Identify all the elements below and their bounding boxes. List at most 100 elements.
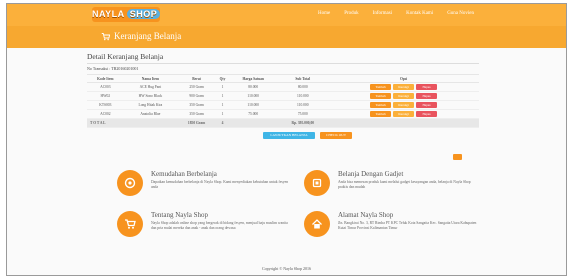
- cell-qty: 1: [216, 100, 230, 110]
- cell-opsi: Tambah Kurangi Hapus: [328, 91, 479, 101]
- cell-subtotal: 110.000: [277, 91, 329, 101]
- feature-desc: Nayla Shop adalah online shop yang berge…: [151, 221, 288, 230]
- continue-shopping-button[interactable]: LANJUTKAN BELANJA: [263, 132, 315, 139]
- phone-icon: [312, 178, 322, 188]
- nav-item-user[interactable]: Guna Novien: [447, 11, 474, 16]
- cell-qty: 1: [216, 91, 230, 101]
- cart-actions: LANJUTKAN BELANJA CHECK OUT: [263, 132, 352, 139]
- cart-table: Kode Item Nama Item Berat Qty Harga Satu…: [87, 74, 479, 128]
- total-spacer: [229, 118, 278, 128]
- cell-kode: AC002: [87, 109, 124, 119]
- feature-alamat: Alamat Nayla Shop Jln. Bangkirai No. 3, …: [304, 211, 479, 237]
- cell-nama: Long Hitak Kira: [123, 100, 178, 110]
- feature-desc: Dapatkan kemudahan berbelanja di Nayla S…: [151, 180, 289, 189]
- feature-icon-circle: [117, 211, 143, 237]
- cell-nama: HW Sono Black: [123, 91, 178, 101]
- browser-viewport: NAYLA SHOP Home Produk Informasi Kontak K…: [6, 3, 567, 276]
- site-logo[interactable]: NAYLA SHOP: [92, 7, 161, 22]
- nav-item-home[interactable]: Home: [318, 11, 330, 16]
- cell-nama: Anatolia Blue: [123, 109, 178, 119]
- total-opsi-spacer: [328, 118, 479, 128]
- top-navbar: NAYLA SHOP Home Produk Informasi Kontak K…: [7, 4, 566, 26]
- hapus-button[interactable]: Hapus: [416, 84, 438, 90]
- logo-text-shop: SHOP: [126, 9, 161, 19]
- feature-title: Belanja Dengan Gadjet: [338, 170, 404, 178]
- cell-harga: 80.000: [229, 82, 278, 92]
- total-weight: 1850 Gram: [177, 118, 217, 128]
- col-subtotal: Sub Total: [277, 74, 329, 83]
- table-row: AC003 ACE Hug Pant 250 Gram 1 80.000 80.…: [87, 82, 479, 92]
- tambah-button[interactable]: Tambah: [370, 84, 392, 90]
- logo-text-nayla: NAYLA: [92, 9, 125, 19]
- tambah-button[interactable]: Tambah: [370, 93, 392, 99]
- target-icon: [124, 177, 136, 189]
- cart-icon: [101, 32, 110, 40]
- cell-subtotal: 110.000: [277, 100, 329, 110]
- table-header-row: Kode Item Nama Item Berat Qty Harga Satu…: [87, 74, 479, 83]
- transaction-number: No Transaksi : TR20160201001: [87, 66, 139, 71]
- feature-tentang: Tentang Nayla Shop Nayla Shop adalah onl…: [117, 211, 292, 237]
- feature-desc: Jln. Bangkirai No. 3, RT Rimba PT KPC Te…: [338, 221, 477, 230]
- checkout-button[interactable]: CHECK OUT: [320, 132, 352, 139]
- col-kode: Kode Item: [87, 74, 124, 83]
- total-label: T O T A L: [87, 118, 178, 128]
- cell-berat: 350 Gram: [177, 109, 217, 119]
- cell-harga: 110.000: [229, 91, 278, 101]
- cell-subtotal: 75.000: [277, 109, 329, 119]
- cart-icon: [125, 219, 136, 229]
- hapus-button[interactable]: Hapus: [416, 111, 438, 117]
- cell-kode: HW02: [87, 91, 124, 101]
- table-row: KTS003 Long Hitak Kira 350 Gram 1 110.00…: [87, 100, 479, 110]
- kurangi-button[interactable]: Kurangi: [393, 111, 415, 117]
- hapus-button[interactable]: Hapus: [416, 102, 438, 108]
- nav-menu: Home Produk Informasi Kontak Kami Guna N…: [318, 11, 474, 16]
- table-row: AC002 Anatolia Blue 350 Gram 1 75.000 75…: [87, 109, 479, 119]
- cell-berat: 250 Gram: [177, 82, 217, 92]
- col-berat: Berat: [177, 74, 217, 83]
- feature-title: Alamat Nayla Shop: [338, 211, 394, 219]
- cell-opsi: Tambah Kurangi Hapus: [328, 100, 479, 110]
- cell-opsi: Tambah Kurangi Hapus: [328, 109, 479, 119]
- scroll-top-button[interactable]: [453, 154, 462, 160]
- tambah-button[interactable]: Tambah: [370, 111, 392, 117]
- feature-desc: Anda bisa memesan produk kami melalui ga…: [338, 180, 471, 189]
- feature-icon-circle: [304, 170, 330, 196]
- cart-section: Detail Keranjang Belanja No Transaksi : …: [87, 52, 479, 128]
- total-amount: Rp. 395.000,00: [277, 118, 329, 128]
- feature-title: Kemudahan Berbelanja: [151, 170, 217, 178]
- page-banner: Keranjang Belanja: [7, 26, 566, 48]
- feature-gadget: Belanja Dengan Gadjet Anda bisa memesan …: [304, 170, 479, 196]
- feature-kemudahan: Kemudahan Berbelanja Dapatkan kemudahan …: [117, 170, 292, 196]
- cell-harga: 110.000: [229, 100, 278, 110]
- nav-item-produk[interactable]: Produk: [344, 11, 358, 16]
- banner-title: Keranjang Belanja: [101, 31, 181, 41]
- tambah-button[interactable]: Tambah: [370, 102, 392, 108]
- feature-icon-circle: [117, 170, 143, 196]
- cell-berat: 350 Gram: [177, 100, 217, 110]
- cell-berat: 900 Gram: [177, 91, 217, 101]
- cell-opsi: Tambah Kurangi Hapus: [328, 82, 479, 92]
- nav-item-informasi[interactable]: Informasi: [373, 11, 392, 16]
- nav-item-kontak[interactable]: Kontak Kami: [406, 11, 433, 16]
- col-qty: Qty: [216, 74, 230, 83]
- col-harga: Harga Satuan: [229, 74, 278, 83]
- home-icon: [312, 219, 322, 229]
- kurangi-button[interactable]: Kurangi: [393, 93, 415, 99]
- banner-title-text: Keranjang Belanja: [114, 31, 182, 41]
- col-opsi: Opsi: [328, 74, 479, 83]
- cell-subtotal: 80.000: [277, 82, 329, 92]
- total-qty: 4: [216, 118, 230, 128]
- col-nama: Nama Item: [123, 74, 178, 83]
- footer-copyright: Copyright © Nayla Shop 2016: [261, 266, 312, 271]
- cell-qty: 1: [216, 109, 230, 119]
- cell-kode: KTS003: [87, 100, 124, 110]
- cell-nama: ACE Hug Pant: [123, 82, 178, 92]
- page-title: Detail Keranjang Belanja: [87, 52, 479, 64]
- cell-qty: 1: [216, 82, 230, 92]
- table-row: HW02 HW Sono Black 900 Gram 1 110.000 11…: [87, 91, 479, 101]
- total-row: T O T A L 1850 Gram 4 Rp. 395.000,00: [87, 118, 479, 128]
- kurangi-button[interactable]: Kurangi: [393, 84, 415, 90]
- hapus-button[interactable]: Hapus: [416, 93, 438, 99]
- kurangi-button[interactable]: Kurangi: [393, 102, 415, 108]
- cell-kode: AC003: [87, 82, 124, 92]
